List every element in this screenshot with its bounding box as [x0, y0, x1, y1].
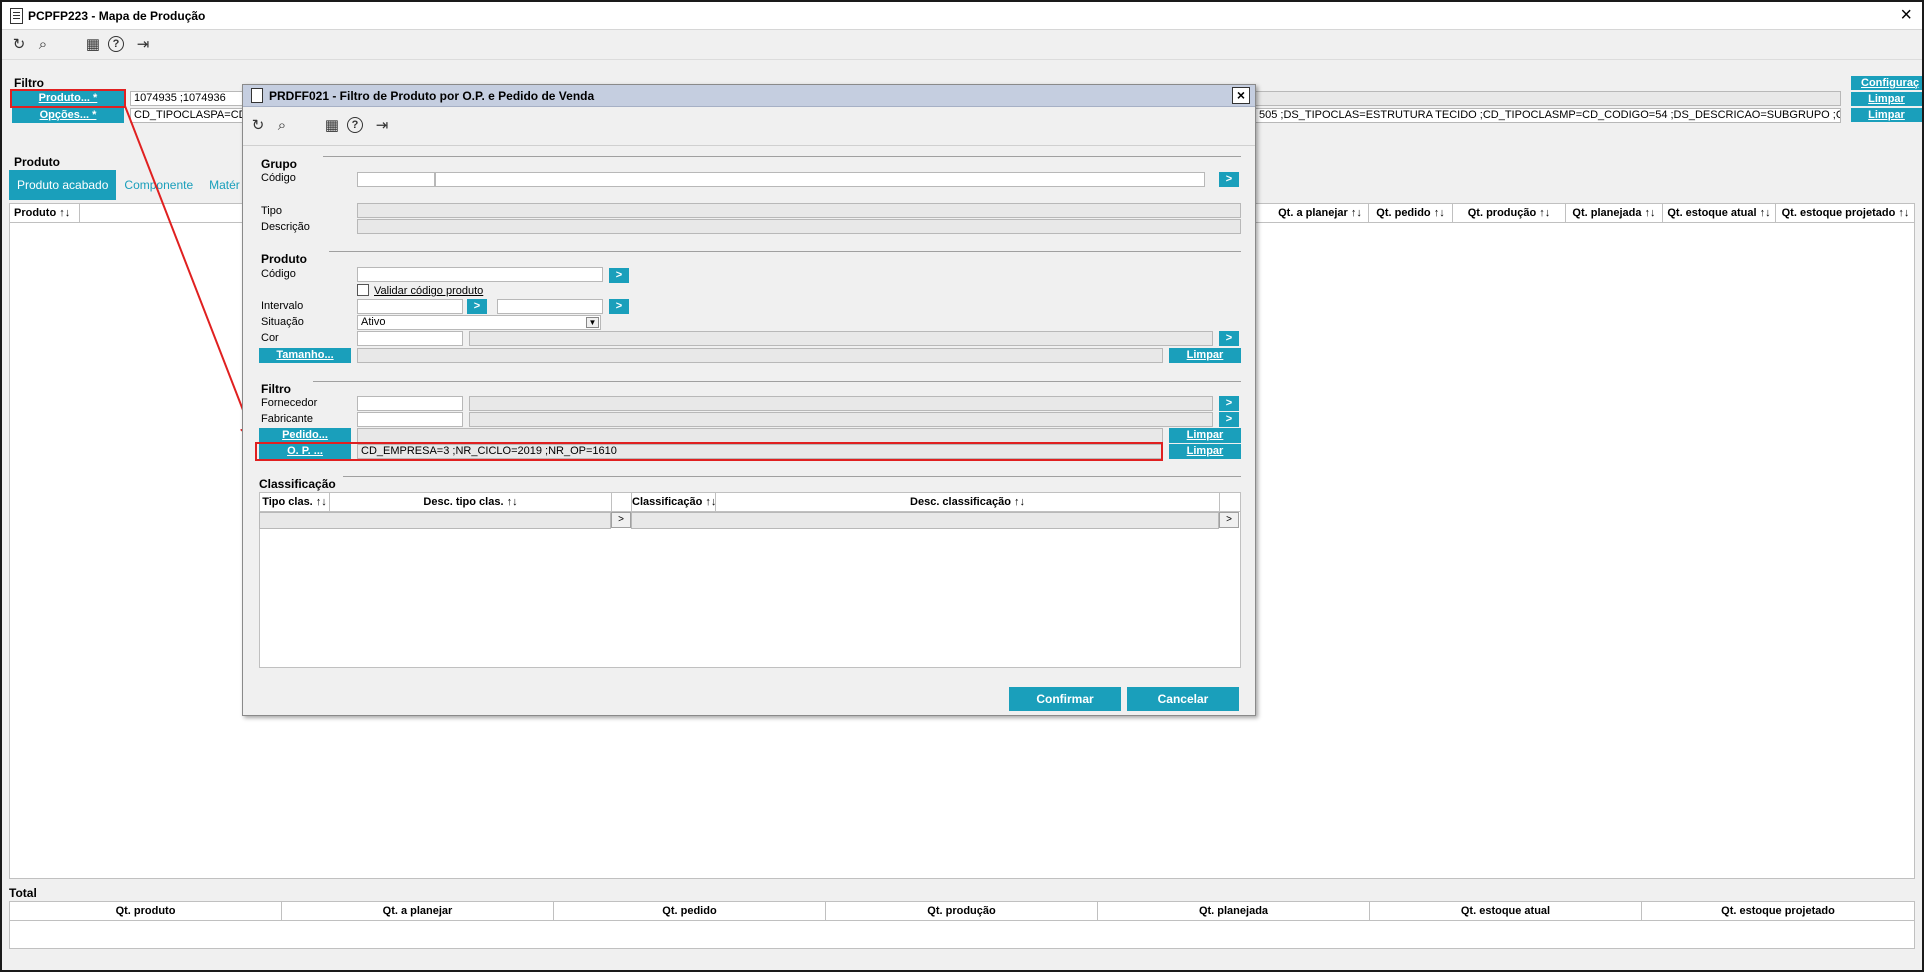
grupo-codigo-input[interactable]	[357, 172, 435, 187]
situacao-label: Situação	[261, 316, 304, 328]
validar-codigo-checkbox[interactable]	[357, 284, 369, 296]
op-highlight-box	[255, 442, 1163, 461]
grupo-descricao-display	[435, 172, 1205, 187]
chevron-down-icon[interactable]: ▼	[586, 317, 599, 328]
intervalo-end-search-button[interactable]: >	[609, 299, 629, 314]
column-desc-tipo-clas[interactable]: Desc. tipo clas. ↑↓	[330, 493, 612, 511]
search-icon[interactable]: ⌕	[273, 117, 291, 135]
produto-codigo-input[interactable]	[357, 267, 603, 282]
classificacao-section-label: Classificação	[259, 477, 336, 491]
column-tipo-clas[interactable]: Tipo clas. ↑↓	[260, 493, 330, 511]
confirmar-button[interactable]: Confirmar	[1009, 687, 1121, 711]
fornecedor-search-button[interactable]: >	[1219, 396, 1239, 411]
column-spacer-left	[612, 493, 632, 511]
tamanho-field	[357, 348, 1163, 363]
grupo-codigo-label: Código	[261, 172, 296, 184]
fabricante-input[interactable]	[357, 412, 463, 427]
grupo-tipo-label: Tipo	[261, 205, 282, 217]
grupo-separator	[323, 156, 1241, 157]
cor-descricao-field	[469, 331, 1213, 346]
grupo-search-button[interactable]: >	[1219, 172, 1239, 187]
fabricante-descricao-field	[469, 412, 1213, 427]
cor-search-button[interactable]: >	[1219, 331, 1239, 346]
situacao-selected-value: Ativo	[361, 316, 386, 328]
pedido-button[interactable]: Pedido...	[259, 428, 351, 443]
validar-codigo-label: Validar código produto	[374, 285, 484, 297]
tamanho-button[interactable]: Tamanho...	[259, 348, 351, 363]
exit-icon[interactable]: ⇥	[373, 117, 391, 135]
fabricante-label: Fabricante	[261, 413, 313, 425]
classificacao-more-button[interactable]: >	[1219, 512, 1239, 528]
tipo-clas-more-button[interactable]: >	[611, 512, 631, 528]
cancelar-button[interactable]: Cancelar	[1127, 687, 1239, 711]
cor-codigo-input[interactable]	[357, 331, 463, 346]
pedido-limpar-button[interactable]: Limpar	[1169, 428, 1241, 443]
classificacao-separator	[343, 476, 1241, 477]
fornecedor-input[interactable]	[357, 396, 463, 411]
document-icon	[251, 88, 263, 103]
dialog-titlebar: PRDFF021 - Filtro de Produto por O.P. e …	[243, 85, 1255, 107]
dialog-close-button[interactable]: ×	[1232, 87, 1250, 104]
grupo-tipo-field	[357, 203, 1241, 218]
intervalo-start-input[interactable]	[357, 299, 463, 314]
produto-codigo-search-button[interactable]: >	[609, 268, 629, 283]
produto-dialog-section-label: Produto	[261, 252, 307, 266]
classificacao-filter-row	[631, 512, 1219, 529]
filtro-separator	[313, 381, 1241, 382]
help-icon[interactable]: ?	[347, 117, 363, 133]
calendar-icon[interactable]: ▦	[323, 117, 341, 135]
tipo-clas-filter-row	[259, 512, 611, 529]
filtro-dialog-section-label: Filtro	[261, 382, 291, 396]
fabricante-search-button[interactable]: >	[1219, 412, 1239, 427]
grupo-descricao-label: Descrição	[261, 221, 310, 233]
produto-separator	[329, 251, 1241, 252]
fornecedor-label: Fornecedor	[261, 397, 318, 409]
column-desc-classificacao[interactable]: Desc. classificação ↑↓	[716, 493, 1220, 511]
grupo-descricao-field	[357, 219, 1241, 234]
pedido-field	[357, 428, 1163, 443]
column-classificacao[interactable]: Classificação ↑↓	[632, 493, 716, 511]
fornecedor-descricao-field	[469, 396, 1213, 411]
produto-codigo-label: Código	[261, 268, 296, 280]
intervalo-label: Intervalo	[261, 300, 304, 312]
situacao-select[interactable]: Ativo ▼	[357, 315, 601, 330]
grupo-section-label: Grupo	[261, 157, 297, 171]
dialog-title: PRDFF021 - Filtro de Produto por O.P. e …	[269, 89, 595, 103]
classificacao-grid-header: Tipo clas. ↑↓ Desc. tipo clas. ↑↓ Classi…	[259, 492, 1241, 512]
refresh-icon[interactable]: ↻	[249, 117, 267, 135]
op-limpar-button[interactable]: Limpar	[1169, 444, 1241, 459]
toolbar-separator	[243, 145, 1255, 146]
cor-label: Cor	[261, 332, 279, 344]
intervalo-start-search-button[interactable]: >	[467, 299, 487, 314]
filtro-produto-dialog: PRDFF021 - Filtro de Produto por O.P. e …	[242, 84, 1256, 716]
intervalo-end-input[interactable]	[497, 299, 603, 314]
tamanho-limpar-button[interactable]: Limpar	[1169, 348, 1241, 363]
